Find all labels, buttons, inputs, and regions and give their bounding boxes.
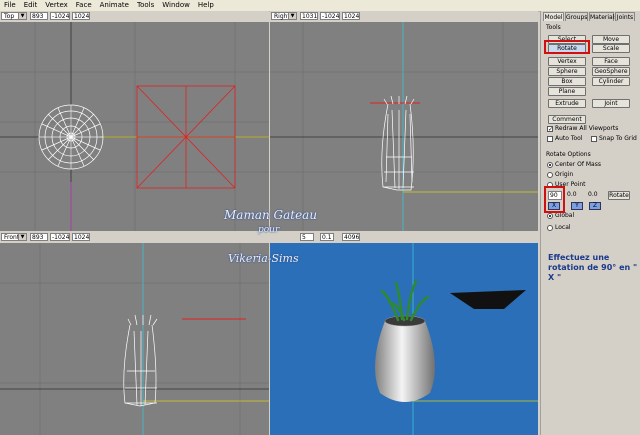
- tool-panel: Model Groups Materials Joints Tools Sele…: [540, 11, 640, 435]
- local-radio[interactable]: [547, 225, 553, 231]
- tab-joints[interactable]: Joints: [615, 12, 635, 21]
- viewport-persp-canvas: [375, 243, 538, 435]
- zoom-field-right[interactable]: 1031: [300, 12, 318, 20]
- viewport-right-header: Right ▼ 1031 -1024 1024: [270, 11, 538, 22]
- global-label: Global: [555, 212, 575, 219]
- watermark-line1: Maman Gateau: [224, 208, 318, 222]
- global-radio[interactable]: [547, 213, 553, 219]
- snap-grid-checkbox[interactable]: [591, 136, 597, 142]
- chevron-down-icon: ▼: [288, 13, 296, 19]
- fov-field[interactable]: 5: [300, 233, 314, 241]
- far-field-persp[interactable]: 4096: [342, 233, 360, 241]
- viewport-front-header: Front ▼ 893 -1024 1024: [0, 232, 269, 243]
- vertex-button[interactable]: Vertex: [548, 57, 586, 66]
- menu-edit[interactable]: Edit: [20, 0, 42, 10]
- auto-tool-label: Auto Tool: [555, 135, 583, 142]
- joint-button[interactable]: Joint: [592, 99, 630, 108]
- menu-vertex[interactable]: Vertex: [41, 0, 72, 10]
- far-field-front[interactable]: 1024: [72, 233, 90, 241]
- box-button[interactable]: Box: [548, 77, 586, 86]
- snap-grid-label: Snap To Grid: [599, 135, 637, 142]
- tab-model[interactable]: Model: [543, 12, 564, 21]
- origin-radio[interactable]: [547, 172, 553, 178]
- menu-window[interactable]: Window: [158, 0, 194, 10]
- viewport-perspective[interactable]: 5 0.1 4096: [270, 232, 538, 435]
- comment-button[interactable]: Comment: [548, 115, 586, 124]
- chevron-down-icon: ▼: [18, 234, 26, 240]
- axis-y-button[interactable]: Y: [571, 202, 583, 210]
- auto-tool-checkbox[interactable]: [547, 136, 553, 142]
- viewport-right-canvas: [270, 22, 538, 231]
- zoom-field-top[interactable]: 893: [30, 12, 48, 20]
- menu-help[interactable]: Help: [194, 0, 218, 10]
- view-select-front[interactable]: Front ▼: [1, 233, 27, 241]
- rotate-y-field[interactable]: 0.0: [566, 191, 580, 200]
- rotate-z-field[interactable]: 0.0: [587, 191, 601, 200]
- rotate-highlight: [544, 40, 590, 54]
- local-label: Local: [555, 224, 571, 231]
- near-field-persp[interactable]: 0.1: [320, 233, 334, 241]
- face-button[interactable]: Face: [592, 57, 630, 66]
- far-field-right[interactable]: 1024: [342, 12, 360, 20]
- sphere-button[interactable]: Sphere: [548, 67, 586, 76]
- move-button[interactable]: Move: [592, 35, 630, 44]
- tab-groups[interactable]: Groups: [565, 12, 588, 21]
- tools-label: Tools: [546, 24, 561, 31]
- near-field-front[interactable]: -1024: [50, 233, 70, 241]
- scale-button[interactable]: Scale: [592, 44, 630, 53]
- instruction-note: Effectuez une rotation de 90° en " X ": [548, 253, 638, 282]
- watermark-line2: pour: [258, 225, 280, 235]
- near-field-right[interactable]: -1024: [320, 12, 340, 20]
- viewport-top-canvas: [0, 22, 269, 231]
- center-mass-radio[interactable]: [547, 162, 553, 168]
- near-field-top[interactable]: -1024: [50, 12, 70, 20]
- zoom-field-front[interactable]: 893: [30, 233, 48, 241]
- viewport-right[interactable]: Right ▼ 1031 -1024 1024: [270, 11, 538, 231]
- menu-file[interactable]: File: [0, 0, 20, 10]
- axis-z-button[interactable]: Z: [589, 202, 601, 210]
- viewport-top-header: Top ▼ 893 -1024 1024: [0, 11, 269, 22]
- viewport-persp-header: 5 0.1 4096: [270, 232, 538, 243]
- menu-face[interactable]: Face: [72, 0, 96, 10]
- center-mass-label: Center Of Mass: [555, 161, 601, 168]
- viewport-top[interactable]: Top ▼ 893 -1024 1024: [0, 11, 269, 231]
- origin-label: Origin: [555, 171, 574, 178]
- view-select-top[interactable]: Top ▼: [1, 12, 27, 20]
- watermark-line3: Vikeria-Sims: [228, 252, 299, 265]
- redraw-checkbox[interactable]: ✓: [547, 126, 553, 133]
- cylinder-button[interactable]: Cylinder: [592, 77, 630, 86]
- tab-materials[interactable]: Materials: [589, 12, 618, 21]
- menu-tools[interactable]: Tools: [133, 0, 158, 10]
- rotate-apply-button[interactable]: Rotate: [608, 191, 630, 200]
- plane-button[interactable]: Plane: [548, 87, 586, 96]
- redraw-label: Redraw All Viewports: [555, 125, 619, 132]
- view-select-right[interactable]: Right ▼: [271, 12, 297, 20]
- extrude-button[interactable]: Extrude: [548, 99, 586, 108]
- viewport-front-canvas: [0, 243, 269, 435]
- rotate-options-label: Rotate Options: [546, 151, 591, 158]
- far-field-top[interactable]: 1024: [72, 12, 90, 20]
- chevron-down-icon: ▼: [18, 13, 26, 19]
- rotate-x-highlight: [544, 186, 565, 213]
- menu-animate[interactable]: Animate: [96, 0, 133, 10]
- geosphere-button[interactable]: GeoSphere: [592, 67, 630, 76]
